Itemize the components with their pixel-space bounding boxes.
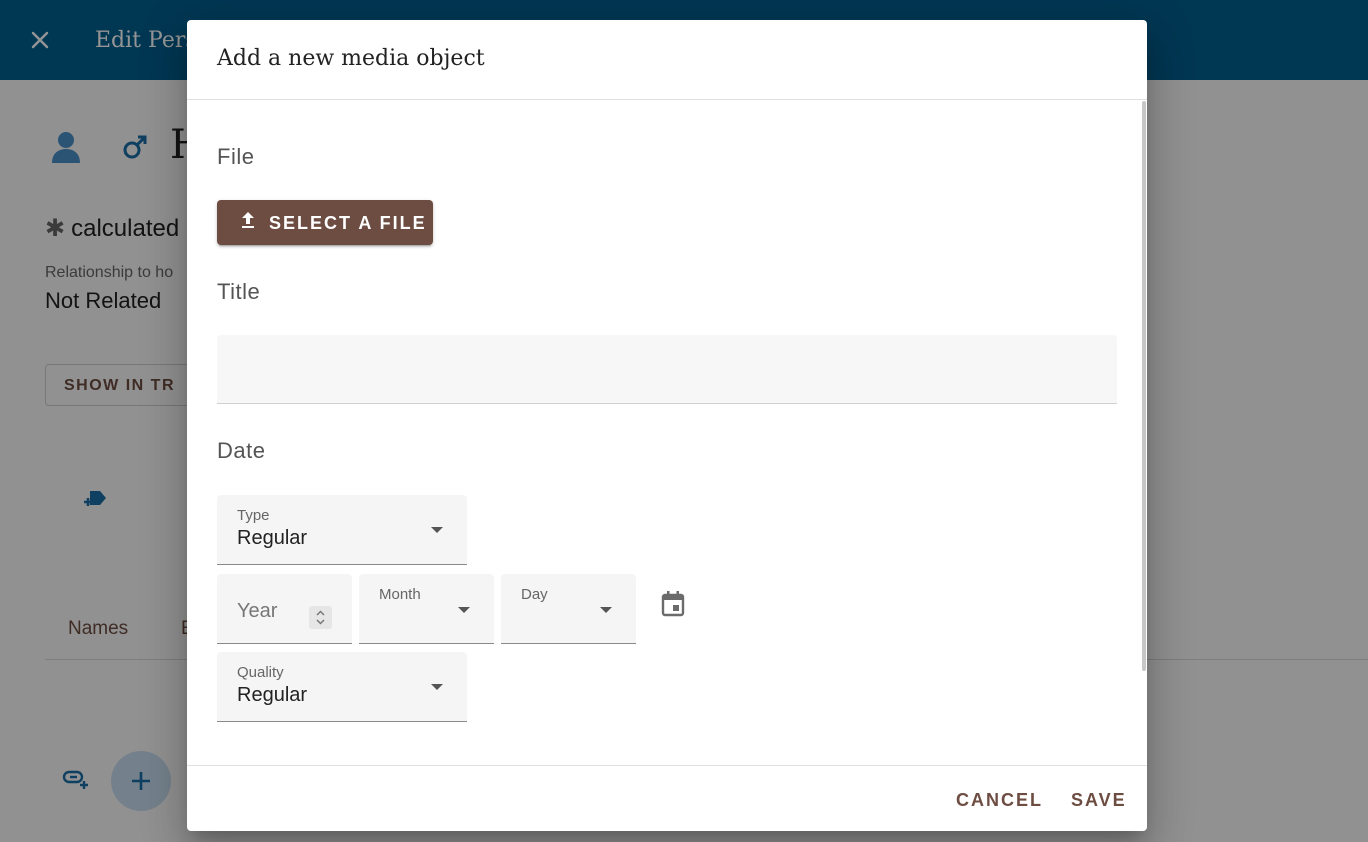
- select-file-label: SELECT A FILE: [269, 213, 427, 233]
- quality-label: Quality: [237, 664, 284, 681]
- month-label: Month: [379, 586, 421, 603]
- title-input[interactable]: [217, 335, 1117, 404]
- date-type-select[interactable]: Type Regular: [217, 495, 467, 565]
- day-select[interactable]: Day: [501, 574, 636, 644]
- stepper-icon[interactable]: [309, 606, 332, 629]
- save-button[interactable]: SAVE: [1071, 790, 1127, 811]
- date-type-label: Type: [237, 507, 270, 524]
- chevron-down-icon: [431, 684, 443, 690]
- cancel-button[interactable]: CANCEL: [956, 790, 1043, 811]
- day-label: Day: [521, 586, 548, 603]
- title-section-label: Title: [217, 279, 261, 304]
- dialog-actions-divider: [187, 765, 1147, 766]
- select-file-button[interactable]: SELECT A FILE: [217, 200, 433, 245]
- dialog-scrollbar[interactable]: [1142, 101, 1146, 671]
- dialog-divider: [187, 99, 1147, 100]
- month-select[interactable]: Month: [359, 574, 494, 644]
- year-placeholder: Year: [237, 600, 278, 622]
- quality-select[interactable]: Quality Regular: [217, 652, 467, 722]
- chevron-down-icon: [431, 527, 443, 533]
- chevron-down-icon: [600, 607, 612, 613]
- quality-value: Regular: [237, 684, 308, 706]
- calendar-icon[interactable]: [660, 590, 686, 618]
- file-section-label: File: [217, 144, 255, 169]
- upload-icon: [242, 212, 254, 228]
- date-type-value: Regular: [237, 527, 308, 549]
- dialog-title: Add a new media object: [217, 46, 485, 71]
- year-input[interactable]: Year: [217, 574, 352, 644]
- chevron-down-icon: [458, 607, 470, 613]
- add-media-dialog: Add a new media object File SELECT A FIL…: [187, 20, 1147, 831]
- date-section-label: Date: [217, 438, 266, 463]
